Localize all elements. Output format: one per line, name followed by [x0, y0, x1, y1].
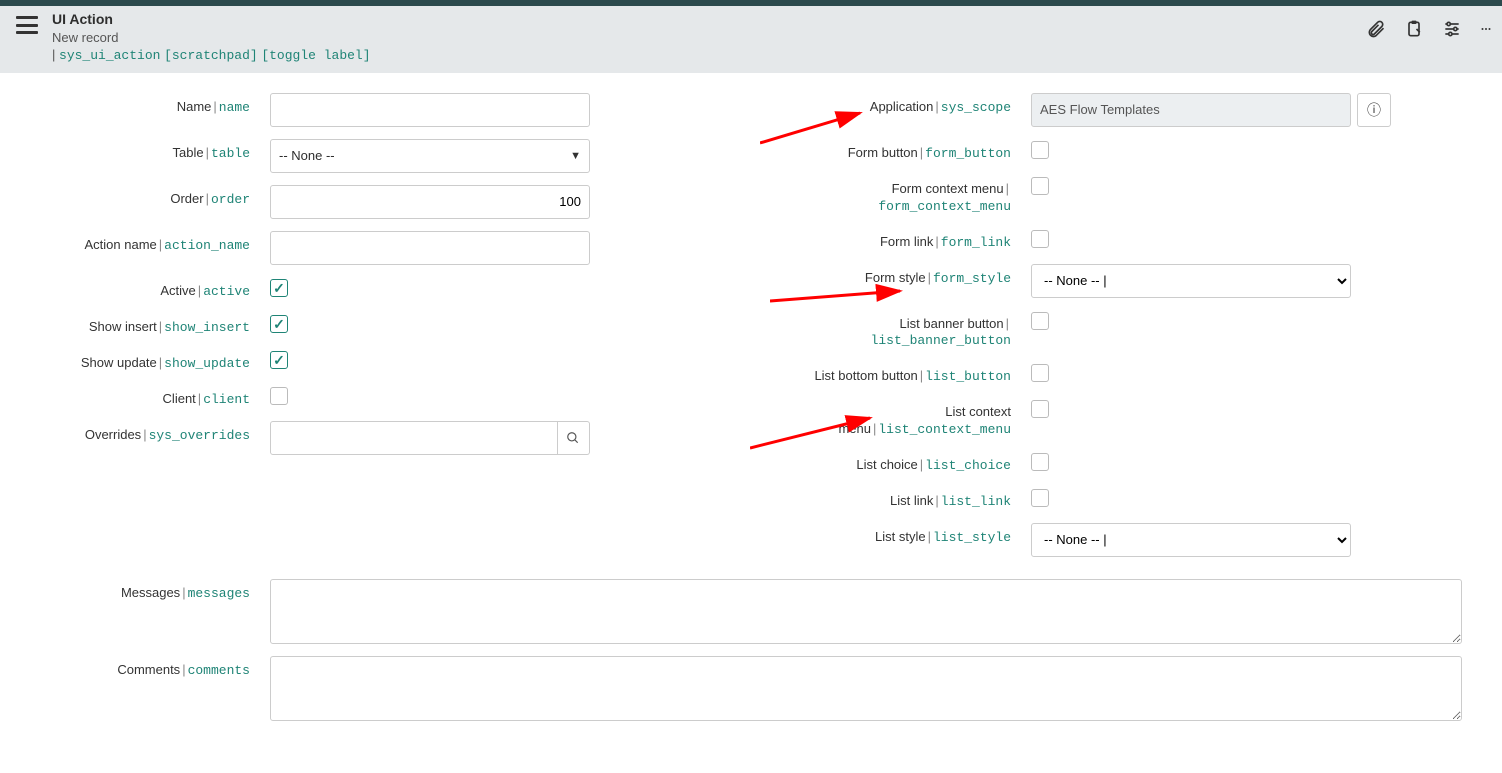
- bottom-section: Messages|messages Comments|comments: [40, 579, 1462, 721]
- active-checkbox[interactable]: [270, 279, 288, 297]
- label-form-link: Form link|form_link: [771, 228, 1031, 252]
- label-messages: Messages|messages: [40, 579, 270, 603]
- label-list-context-menu: List context menu|list_context_menu: [771, 398, 1031, 439]
- toggle-label-link[interactable]: [toggle label]: [261, 48, 370, 63]
- scratchpad-link[interactable]: [scratchpad]: [164, 48, 258, 63]
- left-column: Name|name Table|table -- None -- ▼: [40, 93, 731, 569]
- form-link-checkbox[interactable]: [1031, 230, 1049, 248]
- comments-textarea[interactable]: [270, 656, 1462, 721]
- overrides-lookup-button[interactable]: [558, 421, 590, 455]
- label-overrides: Overrides|sys_overrides: [40, 421, 270, 445]
- label-list-bottom-button: List bottom button|list_button: [771, 362, 1031, 386]
- label-active: Active|active: [40, 277, 270, 301]
- form-header: UI Action New record | sys_ui_action [sc…: [0, 6, 1502, 73]
- show-update-checkbox[interactable]: [270, 351, 288, 369]
- table-select[interactable]: -- None -- ▼: [270, 139, 590, 173]
- chevron-down-icon: ▼: [570, 150, 581, 162]
- label-list-link: List link|list_link: [771, 487, 1031, 511]
- list-style-select[interactable]: -- None -- |: [1031, 523, 1351, 557]
- client-checkbox[interactable]: [270, 387, 288, 405]
- list-banner-button-checkbox[interactable]: [1031, 312, 1049, 330]
- label-show-insert: Show insert|show_insert: [40, 313, 270, 337]
- search-icon: [566, 431, 580, 445]
- label-order: Order|order: [40, 185, 270, 209]
- label-action-name: Action name|action_name: [40, 231, 270, 255]
- record-state: New record: [52, 29, 371, 47]
- show-insert-checkbox[interactable]: [270, 315, 288, 333]
- label-application: Application|sys_scope: [771, 93, 1031, 117]
- header-actions: [1366, 14, 1492, 44]
- label-form-context-menu: Form context menu|form_context_menu: [771, 175, 1031, 216]
- list-choice-checkbox[interactable]: [1031, 453, 1049, 471]
- label-name: Name|name: [40, 93, 270, 117]
- name-input[interactable]: [270, 93, 590, 127]
- form-body: Name|name Table|table -- None -- ▼: [0, 73, 1502, 773]
- label-form-style: Form style|form_style: [771, 264, 1031, 288]
- page-title: UI Action: [52, 10, 371, 29]
- label-list-choice: List choice|list_choice: [771, 451, 1031, 475]
- order-input[interactable]: [270, 185, 590, 219]
- right-column: Application|sys_scope AES Flow Templates…: [771, 93, 1462, 569]
- menu-icon[interactable]: [16, 16, 38, 34]
- list-context-menu-checkbox[interactable]: [1031, 400, 1049, 418]
- clipboard-icon[interactable]: [1404, 19, 1424, 39]
- more-icon[interactable]: [1480, 19, 1492, 39]
- label-comments: Comments|comments: [40, 656, 270, 680]
- record-path: | sys_ui_action [scratchpad] [toggle lab…: [52, 46, 371, 65]
- overrides-input[interactable]: [270, 421, 558, 455]
- label-show-update: Show update|show_update: [40, 349, 270, 373]
- sys-class-name: sys_ui_action: [59, 48, 160, 63]
- form-style-select[interactable]: -- None -- |: [1031, 264, 1351, 298]
- label-table: Table|table: [40, 139, 270, 163]
- application-field: AES Flow Templates: [1031, 93, 1351, 127]
- label-client: Client|client: [40, 385, 270, 409]
- label-list-style: List style|list_style: [771, 523, 1031, 547]
- settings-sliders-icon[interactable]: [1442, 19, 1462, 39]
- action-name-input[interactable]: [270, 231, 590, 265]
- form-button-checkbox[interactable]: [1031, 141, 1049, 159]
- list-bottom-button-checkbox[interactable]: [1031, 364, 1049, 382]
- label-form-button: Form button|form_button: [771, 139, 1031, 163]
- list-link-checkbox[interactable]: [1031, 489, 1049, 507]
- application-info-button[interactable]: [1357, 93, 1391, 127]
- label-list-banner-button: List banner button|list_banner_button: [771, 310, 1031, 351]
- attachment-icon[interactable]: [1366, 19, 1386, 39]
- messages-textarea[interactable]: [270, 579, 1462, 644]
- form-context-menu-checkbox[interactable]: [1031, 177, 1049, 195]
